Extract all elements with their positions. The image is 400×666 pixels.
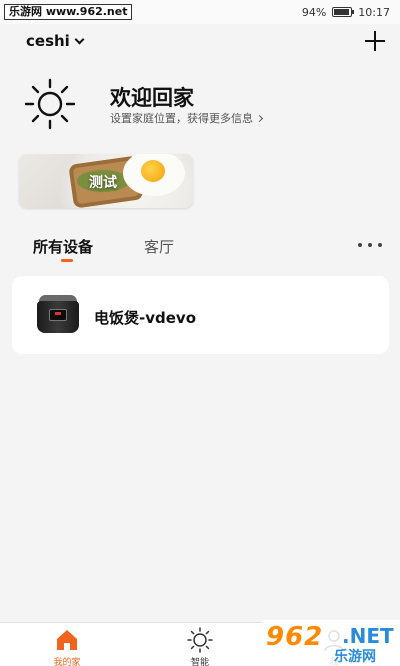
scene-label: 测试: [89, 175, 117, 191]
sun-icon: [187, 627, 213, 653]
set-home-location-link[interactable]: 设置家庭位置，获得更多信息: [110, 110, 264, 126]
chevron-right-icon: [255, 114, 264, 122]
more-options-button[interactable]: [358, 238, 382, 252]
add-device-button[interactable]: [364, 30, 386, 52]
nav-label-home: 我的家: [53, 658, 81, 666]
watermark-site: 乐游网: [334, 649, 376, 665]
welcome-title: 欢迎回家: [110, 86, 194, 110]
watermark-top: 乐游网 www.962.net: [4, 4, 133, 20]
nav-label-smart: 智能: [190, 658, 209, 666]
nav-item-smart[interactable]: 智能: [170, 627, 230, 666]
watermark-bottom: 962 .NET 乐游网: [262, 620, 400, 666]
status-bar: 乐游网 www.962.net 94% 10:17: [0, 0, 400, 24]
scene-image-yolk: [141, 160, 165, 182]
rice-cooker-icon: [37, 295, 79, 335]
tab-active-indicator: [61, 259, 73, 262]
home-icon: [57, 630, 77, 650]
tab-all-devices[interactable]: 所有设备: [33, 236, 93, 257]
status-indicators: 94% 10:17: [302, 4, 390, 20]
dot-icon: [358, 243, 362, 247]
dot-icon: [378, 243, 382, 247]
welcome-subtitle: 设置家庭位置，获得更多信息: [110, 112, 253, 125]
home-selector[interactable]: ceshi: [26, 31, 85, 51]
nav-item-home[interactable]: 我的家: [37, 627, 97, 666]
sun-icon: [24, 78, 76, 130]
battery-percent: 94%: [301, 5, 327, 19]
clock: 10:17: [358, 5, 390, 19]
tab-living-room[interactable]: 客厅: [144, 236, 174, 257]
device-card[interactable]: 电饭煲-vdevo: [12, 276, 389, 354]
dot-icon: [368, 243, 372, 247]
device-name: 电饭煲-vdevo: [94, 309, 196, 327]
scene-card[interactable]: 测试: [19, 154, 193, 208]
watermark-domain: .NET: [342, 624, 394, 648]
home-name-label: ceshi: [26, 32, 70, 50]
watermark-number: 962: [266, 622, 324, 652]
chevron-down-icon: [74, 34, 85, 44]
battery-icon: [332, 7, 355, 17]
